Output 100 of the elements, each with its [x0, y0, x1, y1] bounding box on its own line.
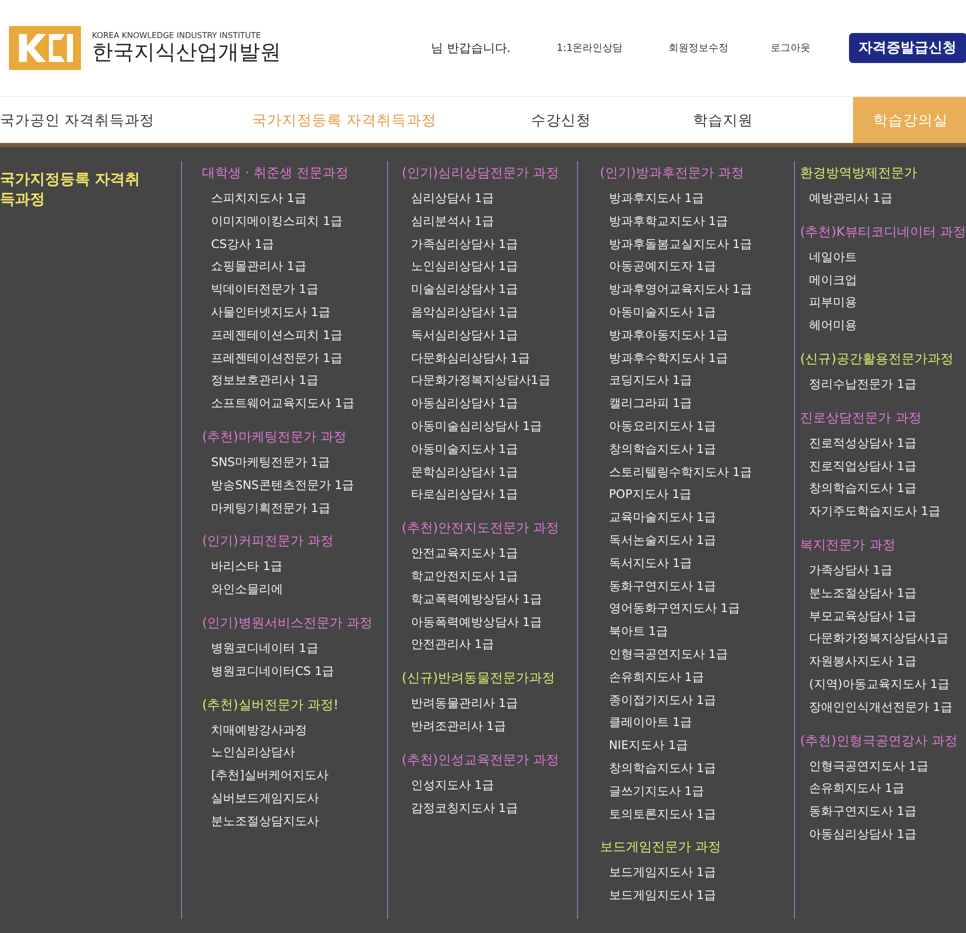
category-heading[interactable]: (인기)방과후전문가 과정 — [600, 161, 744, 187]
menu-item[interactable]: 동화구연지도사 1급 — [608, 574, 716, 598]
menu-item[interactable]: SNS마케팅전문가 1급 — [211, 450, 330, 474]
menu-item[interactable]: 다문화가정복지상담사1급 — [410, 369, 550, 392]
menu-item[interactable]: 토의토론지도사 1급 — [608, 802, 716, 826]
menu-item[interactable]: 분노조절상담사 1급 — [809, 582, 916, 605]
menu-item[interactable]: 병원코디네이터 1급 — [211, 636, 318, 660]
menu-item[interactable]: 심리분석사 1급 — [410, 210, 494, 233]
menu-item[interactable]: 다문화심리상담사 1급 — [410, 346, 530, 370]
menu-item[interactable]: 방과후학교지도사 1급 — [608, 210, 728, 233]
category-heading[interactable]: (추천)K뷰티코디네이터 과정 — [800, 220, 966, 246]
menu-item[interactable]: 캘리그라피 1급 — [608, 392, 692, 415]
menu-item[interactable]: 헤어미용 — [809, 314, 858, 337]
menu-item[interactable]: 동화구연지도사 1급 — [809, 800, 916, 823]
menu-item[interactable]: 빅데이터전문가 1급 — [211, 278, 318, 301]
menu-item[interactable]: 독서논술지도사 1급 — [608, 528, 716, 552]
menu-item[interactable]: 손유희지도사 1급 — [608, 666, 704, 689]
menu-item[interactable]: 창의학습지도사 1급 — [608, 756, 716, 780]
menu-item[interactable]: 가족심리상담사 1급 — [410, 232, 518, 256]
menu-item[interactable]: 미술심리상담사 1급 — [410, 278, 518, 301]
menu-item[interactable]: 안전교육지도사 1급 — [410, 542, 518, 565]
menu-item[interactable]: 보드게임지도사 1급 — [608, 861, 716, 884]
menu-item[interactable]: 아동심리상담사 1급 — [410, 392, 518, 415]
menu-item[interactable]: 노인심리상담사 — [211, 741, 296, 764]
menu-item[interactable]: 영어동화구연지도사 1급 — [608, 597, 740, 620]
menu-item[interactable]: 독서심리상담사 1급 — [410, 324, 518, 347]
menu-item[interactable]: 네일아트 — [809, 246, 858, 269]
category-heading[interactable]: (신규)반려동물전문가과정 — [402, 666, 555, 692]
menu-item[interactable]: 마케팅기획전문가 1급 — [211, 496, 330, 520]
menu-item[interactable]: 사물인터넷지도사 1급 — [211, 300, 330, 324]
category-heading[interactable]: 보드게임전문가 과정 — [600, 835, 721, 862]
menu-item[interactable]: 이미지메이킹스피치 1급 — [211, 210, 342, 233]
menu-item[interactable]: 쇼핑몰관리사 1급 — [211, 255, 306, 278]
menu-item[interactable]: 아동공예지도자 1급 — [608, 255, 716, 278]
menu-item[interactable]: 아동미술지도사 1급 — [410, 438, 518, 461]
category-heading[interactable]: (인기)병원서비스전문가 과정 — [202, 610, 372, 637]
category-heading[interactable]: (추천)마케팅전문가 과정 — [202, 424, 346, 451]
menu-item[interactable]: 스토리텔링수학지도사 1급 — [608, 460, 752, 484]
menu-item[interactable]: 감정코칭지도사 1급 — [410, 796, 518, 820]
menu-item[interactable]: 코딩지도사 1급 — [608, 369, 692, 392]
menu-item[interactable]: 심리상담사 1급 — [410, 187, 494, 210]
header-link[interactable]: 회원정보수정 — [668, 41, 729, 55]
menu-item[interactable]: 피부미용 — [809, 291, 858, 314]
menu-item[interactable]: 방과후돌봄교실지도사 1급 — [608, 232, 752, 256]
menu-item[interactable]: 방송SNS콘텐츠전문가 1급 — [211, 474, 354, 497]
menu-item[interactable]: 방과후수학지도사 1급 — [608, 346, 728, 370]
menu-item[interactable]: 방과후지도사 1급 — [608, 187, 704, 210]
menu-item[interactable]: 분노조절상담지도사 — [211, 810, 320, 833]
menu-item[interactable]: 아동요리지도사 1급 — [608, 414, 716, 438]
menu-item[interactable]: 글쓰기지도사 1급 — [608, 780, 704, 803]
menu-item[interactable]: 아동심리상담사 1급 — [809, 822, 916, 846]
menu-item[interactable]: 부모교육상담사 1급 — [809, 604, 916, 628]
menu-item[interactable]: 안전관리사 1급 — [410, 633, 494, 656]
menu-item[interactable]: 반려조관리사 1급 — [410, 714, 506, 738]
menu-item[interactable]: 메이크업 — [809, 268, 858, 292]
menu-item[interactable]: 실버보드게임지도사 — [211, 786, 320, 810]
certificate-apply-button[interactable]: 자격증발급신청 — [848, 33, 966, 63]
menu-item[interactable]: 정리수납전문가 1급 — [809, 372, 916, 396]
category-heading[interactable]: (추천)안전지도전문가 과정 — [402, 516, 560, 542]
menu-item[interactable]: 아동미술지도사 1급 — [608, 300, 716, 324]
header-link[interactable]: 로그아웃 — [770, 41, 811, 55]
nav-tab[interactable]: 학습지원 — [693, 97, 753, 143]
menu-item[interactable]: 창의학습지도사 1급 — [809, 477, 916, 500]
category-heading[interactable]: 대학생 · 취준생 전문과정 — [202, 161, 349, 187]
menu-item[interactable]: 소프트웨어교육지도사 1급 — [211, 392, 354, 415]
menu-item[interactable]: 교육마술지도사 1급 — [608, 506, 716, 529]
category-heading[interactable]: 환경방역방제전문가 — [800, 161, 918, 187]
menu-item[interactable]: 보드게임지도사 1급 — [608, 884, 716, 907]
menu-item[interactable]: [추천]실버케어지도사 — [211, 764, 328, 787]
menu-item[interactable]: 아동폭력예방상담사 1급 — [410, 610, 542, 634]
menu-item[interactable]: NIE지도사 1급 — [608, 734, 688, 757]
category-heading[interactable]: (추천)인성교육전문가 과정 — [402, 748, 560, 774]
menu-item[interactable]: (지역)아동교육지도사 1급 — [809, 672, 950, 696]
category-heading[interactable]: (인기)심리상담전문가 과정 — [402, 161, 560, 187]
menu-item[interactable]: 손유희지도사 1급 — [809, 777, 904, 800]
menu-item[interactable]: 아동미술심리상담사 1급 — [410, 414, 542, 438]
menu-item[interactable]: 인형극공연지도사 1급 — [608, 642, 728, 666]
menu-item[interactable]: 인성지도사 1급 — [410, 774, 494, 797]
menu-item[interactable]: 스피치지도사 1급 — [211, 187, 306, 210]
menu-item[interactable]: POP지도사 1급 — [608, 483, 692, 506]
menu-item[interactable]: 클레이아트 1급 — [608, 711, 692, 734]
menu-item[interactable]: 학교폭력예방상담사 1급 — [410, 588, 542, 611]
menu-item[interactable]: 병원코디네이터CS 1급 — [211, 660, 334, 683]
menu-item[interactable]: 가족상담사 1급 — [809, 558, 892, 582]
category-heading[interactable]: (추천)실버전문가 과정! — [202, 692, 339, 719]
menu-item[interactable]: 자기주도학습지도사 1급 — [809, 500, 940, 523]
category-heading[interactable]: 진로상담전문가 과정 — [800, 406, 922, 432]
menu-item[interactable]: 노인심리상담사 1급 — [410, 255, 518, 278]
menu-item[interactable]: 다문화가정복지상담사1급 — [809, 627, 949, 650]
menu-item[interactable]: 정보보호관리사 1급 — [211, 369, 318, 392]
menu-item[interactable]: 창의학습지도사 1급 — [608, 438, 716, 461]
menu-item[interactable]: 프레젠테이션전문가 1급 — [211, 346, 342, 370]
menu-item[interactable]: 예방관리사 1급 — [809, 187, 892, 210]
menu-item[interactable]: 방과후영어교육지도사 1급 — [608, 278, 752, 301]
category-heading[interactable]: (신규)공간활용전문가과정 — [800, 346, 954, 373]
menu-item[interactable]: 북아트 1급 — [608, 620, 668, 643]
menu-item[interactable]: 방과후아동지도사 1급 — [608, 324, 728, 347]
menu-item[interactable]: 와인소믈리에 — [211, 578, 284, 601]
menu-item[interactable]: 음악심리상담사 1급 — [410, 300, 518, 324]
menu-item[interactable]: 바리스타 1급 — [211, 555, 282, 578]
